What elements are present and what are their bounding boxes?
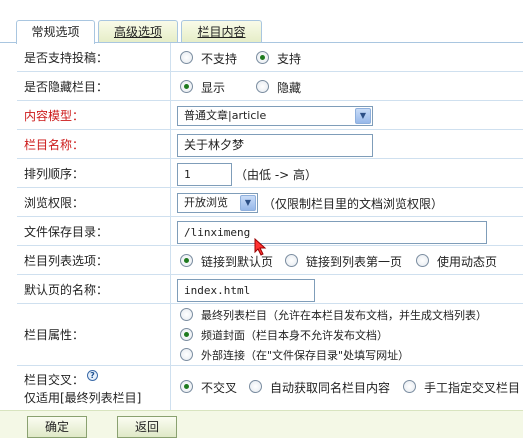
back-button[interactable]: 返回 bbox=[117, 416, 177, 438]
link-first-text: 链接到列表第一页 bbox=[306, 255, 403, 269]
no-cross-text: 不交叉 bbox=[201, 381, 238, 395]
default-page-label: 默认页的名称： bbox=[17, 275, 171, 303]
cross-label: 栏目交叉： bbox=[24, 373, 85, 387]
bottom-bar: 确定 返回 bbox=[0, 410, 523, 438]
save-dir-value: /linximeng bbox=[184, 226, 251, 239]
column-name-label: 栏目名称： bbox=[17, 130, 171, 158]
column-name-input[interactable]: 关于林夕梦 bbox=[177, 134, 373, 157]
row-column-name: 栏目名称： 关于林夕梦 bbox=[17, 130, 523, 159]
mouse-cursor-icon bbox=[254, 238, 267, 256]
sort-order-value: 1 bbox=[184, 168, 191, 181]
tab-bar: 常规选项 高级选项 栏目内容 bbox=[0, 0, 523, 44]
row-browse-permission: 浏览权限： 开放浏览 ▼ （仅限制栏目里的文档浏览权限） bbox=[17, 188, 523, 217]
save-dir-label: 文件保存目录： bbox=[17, 217, 171, 245]
radio-channel-cover[interactable] bbox=[180, 328, 193, 341]
hide-column-label: 是否隐藏栏目： bbox=[17, 72, 171, 100]
row-default-page: 默认页的名称： index.html bbox=[17, 275, 523, 304]
manual-cross-text: 手工指定交叉栏目 bbox=[424, 381, 521, 395]
ok-button-label: 确定 bbox=[44, 420, 69, 434]
allow-submit-yes-text: 支持 bbox=[277, 52, 302, 66]
cross-label-cell: 栏目交叉： ? 仅适用[最终列表栏目] bbox=[17, 366, 171, 410]
row-content-model: 内容模型： 普通文章|article ▼ bbox=[17, 101, 523, 130]
browse-permission-hint: （仅限制栏目里的文档浏览权限） bbox=[263, 197, 444, 211]
hide-text: 隐藏 bbox=[277, 81, 302, 95]
radio-dynamic[interactable] bbox=[416, 254, 429, 267]
row-allow-submit: 是否支持投稿： 不支持 支持 bbox=[17, 43, 523, 72]
content-model-select[interactable]: 普通文章|article ▼ bbox=[177, 106, 373, 126]
content-model-label: 内容模型： bbox=[17, 101, 171, 129]
browse-permission-value: 开放浏览 bbox=[184, 196, 228, 209]
ok-button[interactable]: 确定 bbox=[27, 416, 87, 438]
content-model-value: 普通文章|article bbox=[184, 109, 267, 122]
radio-final-list[interactable] bbox=[180, 308, 193, 321]
list-option-label: 栏目列表选项： bbox=[17, 246, 171, 274]
dynamic-text: 使用动态页 bbox=[437, 255, 498, 269]
tab-content[interactable]: 栏目内容 bbox=[181, 20, 262, 43]
row-list-option: 栏目列表选项： 链接到默认页 链接到列表第一页 使用动态页 bbox=[17, 246, 523, 275]
tab-general-label: 常规选项 bbox=[31, 25, 80, 39]
radio-hide[interactable] bbox=[256, 80, 269, 93]
tab-advanced[interactable]: 高级选项 bbox=[98, 20, 178, 43]
sort-order-hint: （由低 -> 高） bbox=[235, 168, 318, 182]
allow-submit-no-text: 不支持 bbox=[201, 52, 238, 66]
row-sort-order: 排列顺序： 1 （由低 -> 高） bbox=[17, 159, 523, 188]
radio-link-first[interactable] bbox=[285, 254, 298, 267]
column-name-value: 关于林夕梦 bbox=[184, 138, 245, 152]
cross-note: 仅适用[最终列表栏目] bbox=[24, 391, 142, 405]
default-page-value: index.html bbox=[184, 284, 251, 297]
show-text: 显示 bbox=[201, 81, 226, 95]
radio-external-link[interactable] bbox=[180, 348, 193, 361]
row-column-attr: 栏目属性： 最终列表栏目（允许在本栏目发布文档，并生成文档列表） 频道封面（栏目… bbox=[17, 304, 523, 366]
radio-auto-cross[interactable] bbox=[249, 380, 262, 393]
browse-permission-select[interactable]: 开放浏览 ▼ bbox=[177, 193, 258, 213]
column-settings-form: 是否支持投稿： 不支持 支持 是否隐藏栏目： 显示 隐藏 内容模型： 普通文章|… bbox=[17, 43, 523, 410]
radio-manual-cross[interactable] bbox=[403, 380, 416, 393]
radio-no-cross[interactable] bbox=[180, 380, 193, 393]
row-hide-column: 是否隐藏栏目： 显示 隐藏 bbox=[17, 72, 523, 101]
select-arrow-icon: ▼ bbox=[240, 195, 256, 211]
tab-general[interactable]: 常规选项 bbox=[16, 20, 95, 44]
sort-order-input[interactable]: 1 bbox=[177, 163, 232, 186]
row-cross: 栏目交叉： ? 仅适用[最终列表栏目] 不交叉 自动获取同名栏目内容 手工指定交… bbox=[17, 366, 523, 410]
external-link-text: 外部连接（在"文件保存目录"处填写网址） bbox=[201, 349, 410, 362]
row-save-dir: 文件保存目录： /linximeng bbox=[17, 217, 523, 246]
tab-advanced-label: 高级选项 bbox=[113, 25, 162, 39]
column-attr-label: 栏目属性： bbox=[17, 304, 171, 365]
select-arrow-icon: ▼ bbox=[355, 108, 371, 124]
allow-submit-label: 是否支持投稿： bbox=[17, 43, 171, 71]
final-list-text: 最终列表栏目（允许在本栏目发布文档，并生成文档列表） bbox=[201, 309, 487, 322]
radio-show[interactable] bbox=[180, 80, 193, 93]
tab-content-label: 栏目内容 bbox=[197, 25, 246, 39]
help-icon[interactable]: ? bbox=[87, 370, 98, 381]
auto-cross-text: 自动获取同名栏目内容 bbox=[270, 381, 391, 395]
radio-allow-submit-no[interactable] bbox=[180, 51, 193, 64]
browse-permission-label: 浏览权限： bbox=[17, 188, 171, 216]
radio-allow-submit-yes[interactable] bbox=[256, 51, 269, 64]
radio-link-default[interactable] bbox=[180, 254, 193, 267]
back-button-label: 返回 bbox=[134, 420, 159, 434]
sort-order-label: 排列顺序： bbox=[17, 159, 171, 187]
save-dir-input[interactable]: /linximeng bbox=[177, 221, 487, 244]
channel-cover-text: 频道封面（栏目本身不允许发布文档） bbox=[201, 329, 388, 342]
default-page-input[interactable]: index.html bbox=[177, 279, 315, 302]
